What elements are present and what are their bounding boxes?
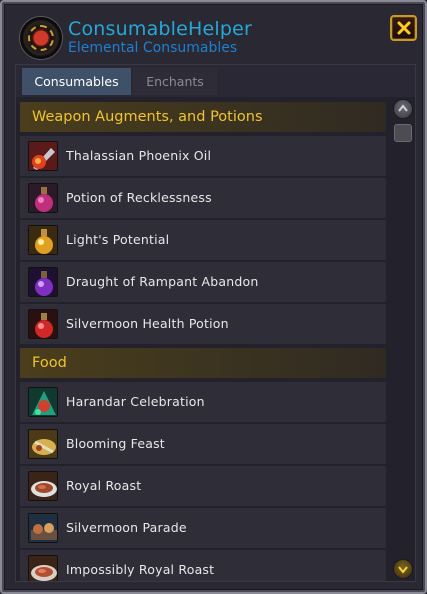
item-label: Impossibly Royal Roast <box>66 562 215 577</box>
scroll-up-button[interactable] <box>393 99 413 119</box>
item-label: Potion of Recklessness <box>66 190 212 205</box>
tab-consumables[interactable]: Consumables <box>22 68 131 95</box>
lights-potential-icon <box>28 225 58 255</box>
item-label: Silvermoon Health Potion <box>66 316 229 331</box>
list-item[interactable]: Silvermoon Parade <box>20 508 386 548</box>
window-header: ConsumableHelper Elemental Consumables <box>2 2 425 64</box>
recklessness-potion-icon <box>28 183 58 213</box>
list-item[interactable]: Thalassian Phoenix Oil <box>20 136 386 176</box>
list-item[interactable]: Draught of Rampant Abandon <box>20 262 386 302</box>
item-label: Royal Roast <box>66 478 142 493</box>
list-item[interactable]: Harandar Celebration <box>20 382 386 422</box>
impossibly-royal-roast-icon <box>28 555 58 581</box>
blooming-feast-icon <box>28 429 58 459</box>
list-item[interactable]: Silvermoon Health Potion <box>20 304 386 344</box>
scroll-thumb[interactable] <box>394 124 412 142</box>
close-icon <box>397 21 410 35</box>
window-subtitle: Elemental Consumables <box>68 40 238 56</box>
tab-bar: Consumables Enchants <box>16 65 415 97</box>
content-panel: Consumables Enchants Weapon Augments, an… <box>15 64 416 582</box>
item-label: Draught of Rampant Abandon <box>66 274 259 289</box>
scroll-down-button[interactable] <box>393 559 413 579</box>
silvermoon-parade-icon <box>28 513 58 543</box>
list-item[interactable]: Impossibly Royal Roast <box>20 550 386 581</box>
health-potion-icon <box>28 309 58 339</box>
item-label: Harandar Celebration <box>66 394 205 409</box>
item-label: Silvermoon Parade <box>66 520 187 535</box>
list-item[interactable]: Blooming Feast <box>20 424 386 464</box>
phoenix-oil-icon <box>28 141 58 171</box>
arrow-up-icon <box>398 104 408 112</box>
item-label: Light's Potential <box>66 232 170 247</box>
item-label: Thalassian Phoenix Oil <box>66 148 212 163</box>
section-header-weapon-augments-potions: Weapon Augments, and Potions <box>20 102 386 132</box>
list-item[interactable]: Royal Roast <box>20 466 386 506</box>
addon-logo-icon <box>20 17 62 59</box>
consumable-helper-window: ConsumableHelper Elemental Consumables C… <box>0 0 427 594</box>
close-button[interactable] <box>390 15 417 41</box>
consumable-list: Weapon Augments, and Potions Thalassian … <box>16 99 415 581</box>
scrollbar[interactable] <box>392 99 414 581</box>
tab-enchants[interactable]: Enchants <box>133 68 217 95</box>
harandar-celebration-icon <box>28 387 58 417</box>
rampant-abandon-icon <box>28 267 58 297</box>
item-label: Blooming Feast <box>66 436 165 451</box>
list-item[interactable]: Potion of Recklessness <box>20 178 386 218</box>
royal-roast-icon <box>28 471 58 501</box>
section-header-food: Food <box>20 348 386 378</box>
window-title: ConsumableHelper <box>68 18 253 40</box>
arrow-down-icon <box>398 566 408 574</box>
list-item[interactable]: Light's Potential <box>20 220 386 260</box>
